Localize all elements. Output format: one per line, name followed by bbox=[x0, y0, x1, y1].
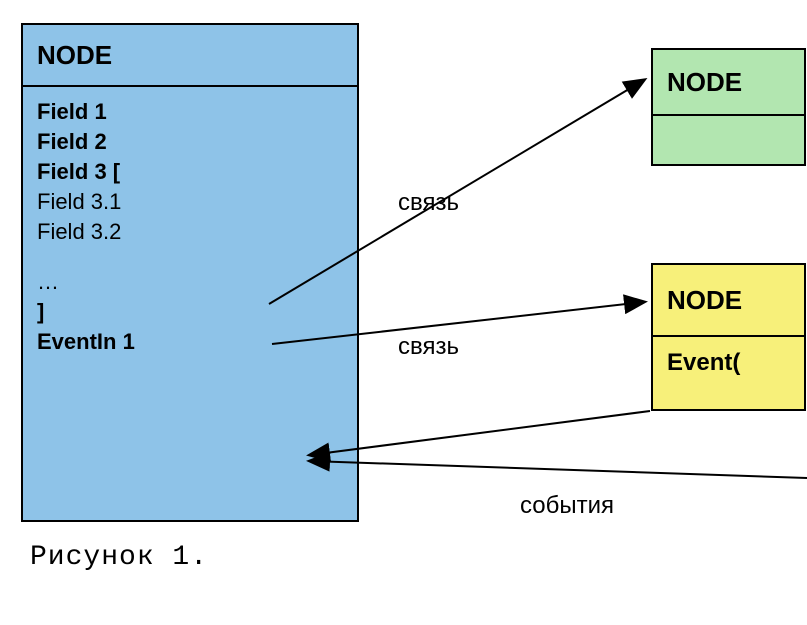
node-yellow-title: NODE bbox=[653, 265, 804, 337]
field-3-2: Field 3.2 bbox=[37, 217, 343, 247]
field-2: Field 2 bbox=[37, 127, 343, 157]
label-link-2: связь bbox=[398, 333, 459, 361]
node-yellow-body: Event( bbox=[653, 337, 804, 389]
node-main: NODE Field 1 Field 2 Field 3 [ Field 3.1… bbox=[21, 23, 359, 522]
node-green-body bbox=[653, 116, 804, 164]
field-ellipsis: … bbox=[37, 267, 343, 297]
node-main-body: Field 1 Field 2 Field 3 [ Field 3.1 Fiel… bbox=[23, 87, 357, 367]
field-3-close: ] bbox=[37, 297, 343, 327]
label-events: события bbox=[520, 492, 614, 520]
label-link-1: связь bbox=[398, 189, 459, 217]
field-3-open: Field 3 [ bbox=[37, 157, 343, 187]
node-yellow: NODE Event( bbox=[651, 263, 806, 411]
event-in: EventIn 1 bbox=[37, 327, 343, 357]
node-green-title: NODE bbox=[653, 50, 804, 116]
event-out: Event( bbox=[667, 347, 790, 379]
figure-caption: Рисунок 1. bbox=[30, 542, 208, 573]
field-1: Field 1 bbox=[37, 97, 343, 127]
field-3-1: Field 3.1 bbox=[37, 187, 343, 217]
node-green: NODE bbox=[651, 48, 806, 166]
node-main-title: NODE bbox=[23, 25, 357, 87]
